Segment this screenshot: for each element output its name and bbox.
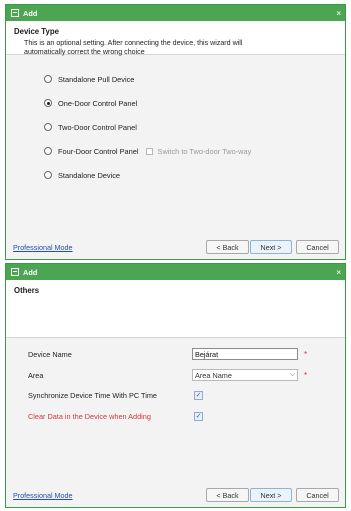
option-label: Standalone Pull Device bbox=[58, 74, 135, 84]
radio-button-selected[interactable] bbox=[44, 99, 52, 107]
cancel-button[interactable]: Cancel bbox=[296, 240, 339, 254]
area-select-value: Area Name bbox=[195, 370, 232, 380]
dialog-header: Device Type This is an optional setting.… bbox=[6, 21, 345, 56]
radio-button[interactable] bbox=[44, 123, 52, 131]
dialog-footer: Professional Mode < Back Next > Cancel bbox=[6, 237, 345, 259]
close-icon[interactable]: × bbox=[336, 268, 341, 277]
chevron-down-icon: ⌵ bbox=[289, 371, 295, 378]
section-title: Device Type bbox=[14, 27, 59, 36]
section-description: This is an optional setting. After conne… bbox=[24, 39, 243, 56]
two-way-checkbox[interactable] bbox=[145, 147, 153, 155]
dialog-footer: Professional Mode < Back Next > Cancel bbox=[6, 485, 345, 507]
area-label: Area bbox=[28, 370, 44, 380]
next-button[interactable]: Next > bbox=[250, 240, 292, 254]
area-row: Area Area Name ⌵ * bbox=[28, 368, 335, 382]
required-mark: * bbox=[304, 370, 308, 380]
sync-time-row: Synchronize Device Time With PC Time ✓ bbox=[28, 388, 335, 402]
device-name-input[interactable] bbox=[192, 348, 298, 360]
device-name-row: Device Name * bbox=[28, 347, 335, 361]
sync-time-checkbox[interactable]: ✓ bbox=[194, 390, 203, 400]
sync-time-label: Synchronize Device Time With PC Time bbox=[28, 390, 157, 400]
option-label: Two-Door Control Panel bbox=[58, 122, 137, 132]
radio-button[interactable] bbox=[44, 171, 52, 179]
option-label: Standalone Device bbox=[58, 170, 121, 180]
option-label: One-Door Control Panel bbox=[58, 98, 138, 108]
next-button[interactable]: Next > bbox=[250, 488, 292, 502]
back-button[interactable]: < Back bbox=[206, 240, 249, 254]
back-button[interactable]: < Back bbox=[206, 488, 249, 502]
option-two-door-control-panel[interactable]: Two-Door Control Panel bbox=[44, 121, 137, 133]
cancel-button[interactable]: Cancel bbox=[296, 488, 339, 502]
professional-mode-link[interactable]: Professional Mode bbox=[13, 243, 73, 252]
option-label: Four-Door Control Panel bbox=[58, 146, 139, 156]
area-select[interactable]: Area Name ⌵ bbox=[192, 369, 298, 381]
section-title: Others bbox=[14, 286, 40, 295]
close-icon[interactable]: × bbox=[336, 9, 341, 18]
radio-button[interactable] bbox=[44, 147, 52, 155]
two-way-checkbox-label: Switch to Two-door Two-way bbox=[157, 146, 252, 156]
option-standalone-pull-device[interactable]: Standalone Pull Device bbox=[44, 73, 134, 85]
add-device-type-dialog: Add × Device Type This is an optional se… bbox=[5, 4, 346, 260]
option-one-door-control-panel[interactable]: One-Door Control Panel bbox=[44, 97, 137, 109]
dialog-header: Others bbox=[6, 280, 345, 338]
required-mark: * bbox=[304, 349, 308, 359]
window-icon bbox=[11, 268, 19, 276]
dialog-title: Add bbox=[23, 267, 38, 277]
professional-mode-link[interactable]: Professional Mode bbox=[13, 491, 73, 500]
title-bar: Add × bbox=[6, 264, 345, 280]
clear-data-row: Clear Data in the Device when Adding ✓ bbox=[28, 409, 335, 423]
add-others-dialog: Add × Others Device Name * Area Area Nam… bbox=[5, 263, 346, 508]
clear-data-checkbox[interactable]: ✓ bbox=[194, 411, 203, 421]
title-bar: Add × bbox=[6, 5, 345, 21]
option-four-door-control-panel[interactable]: Four-Door Control Panel Switch to Two-do… bbox=[44, 145, 251, 157]
radio-button[interactable] bbox=[44, 75, 52, 83]
window-icon bbox=[11, 9, 19, 17]
device-name-label: Device Name bbox=[28, 349, 72, 359]
clear-data-label: Clear Data in the Device when Adding bbox=[28, 411, 151, 421]
option-standalone-device[interactable]: Standalone Device bbox=[44, 169, 120, 181]
dialog-title: Add bbox=[23, 8, 38, 18]
